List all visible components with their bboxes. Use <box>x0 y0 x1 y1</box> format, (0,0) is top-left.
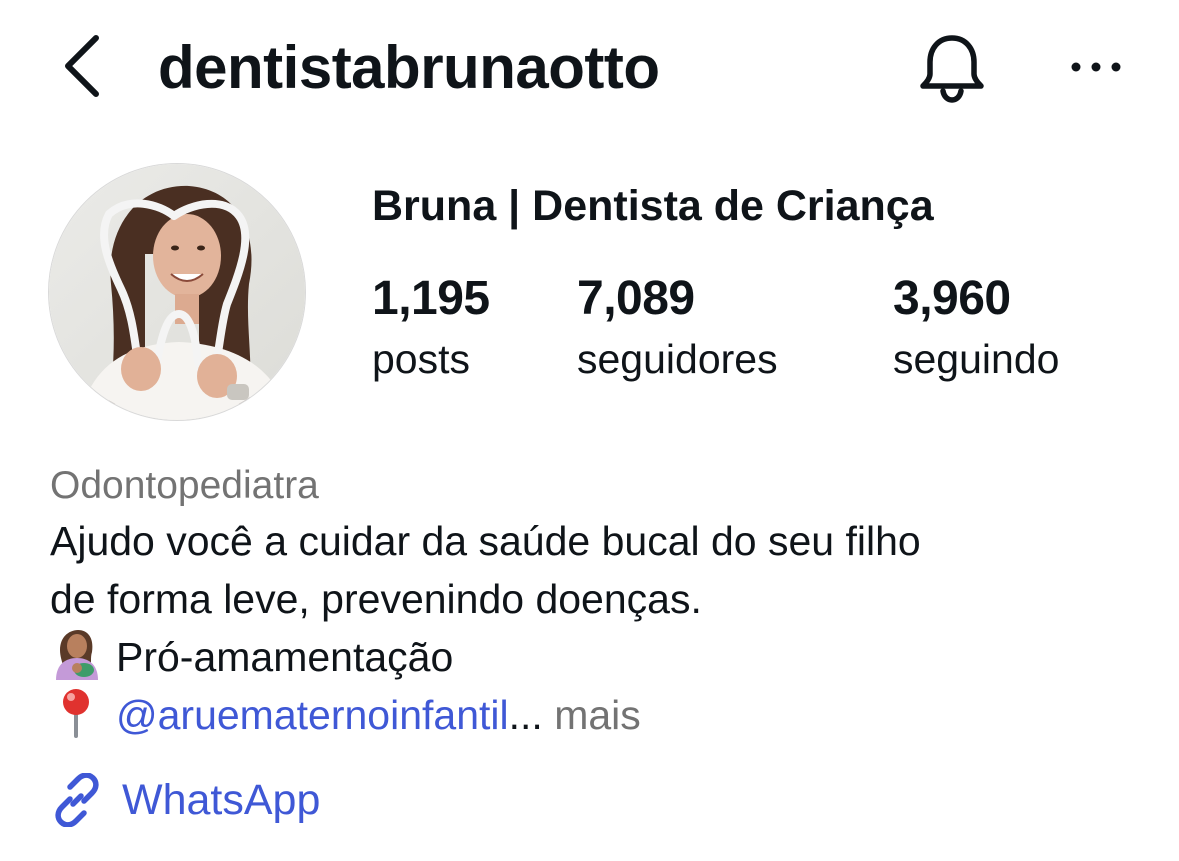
profile-category: Odontopediatra <box>50 464 319 507</box>
bio-line: @aruematernoinfantil... mais <box>50 686 1160 744</box>
bell-icon <box>920 35 984 103</box>
username-title: dentistabrunaotto <box>158 34 660 101</box>
notifications-button[interactable] <box>912 28 992 108</box>
followers-label: seguidores <box>577 336 778 382</box>
link-icon <box>55 773 99 827</box>
followers-count: 7,089 <box>577 272 695 325</box>
back-button[interactable] <box>58 30 108 102</box>
breastfeeding-emoji <box>56 630 98 680</box>
posts-label: posts <box>372 336 470 382</box>
following-count: 3,960 <box>893 272 1011 325</box>
round-pushpin-emoji <box>63 689 89 738</box>
external-link[interactable]: WhatsApp <box>50 770 320 830</box>
bio-line: Pró-amamentação <box>50 628 1160 686</box>
chevron-left-icon <box>65 35 99 97</box>
profile-header: dentistabrunaotto <box>0 0 1179 140</box>
bio-mention-link[interactable]: @aruematernoinfantil <box>116 692 509 738</box>
bio-ellipsis: ... <box>508 692 543 738</box>
more-horizontal-icon <box>1071 62 1121 72</box>
bio-line: de forma leve, prevenindo doenças. <box>50 576 702 622</box>
followers-stat[interactable]: 7,089 seguidores <box>577 270 778 386</box>
posts-stat[interactable]: 1,195 posts <box>372 270 490 386</box>
posts-count: 1,195 <box>372 272 490 325</box>
more-options-button[interactable] <box>1064 42 1128 92</box>
profile-bio: Odontopediatra Ajudo você a cuidar da sa… <box>50 460 1160 744</box>
following-stat[interactable]: 3,960 seguindo <box>893 270 1059 386</box>
bio-line: Ajudo você a cuidar da saúde bucal do se… <box>50 518 921 564</box>
following-label: seguindo <box>893 336 1060 382</box>
profile-photo <box>49 164 305 420</box>
profile-avatar[interactable] <box>48 163 306 421</box>
bio-more-link[interactable]: mais <box>554 692 641 738</box>
display-name: Bruna | Dentista de Criança <box>372 182 934 230</box>
bio-line-text: Pró-amamentação <box>116 634 454 680</box>
external-link-text: WhatsApp <box>122 776 321 824</box>
